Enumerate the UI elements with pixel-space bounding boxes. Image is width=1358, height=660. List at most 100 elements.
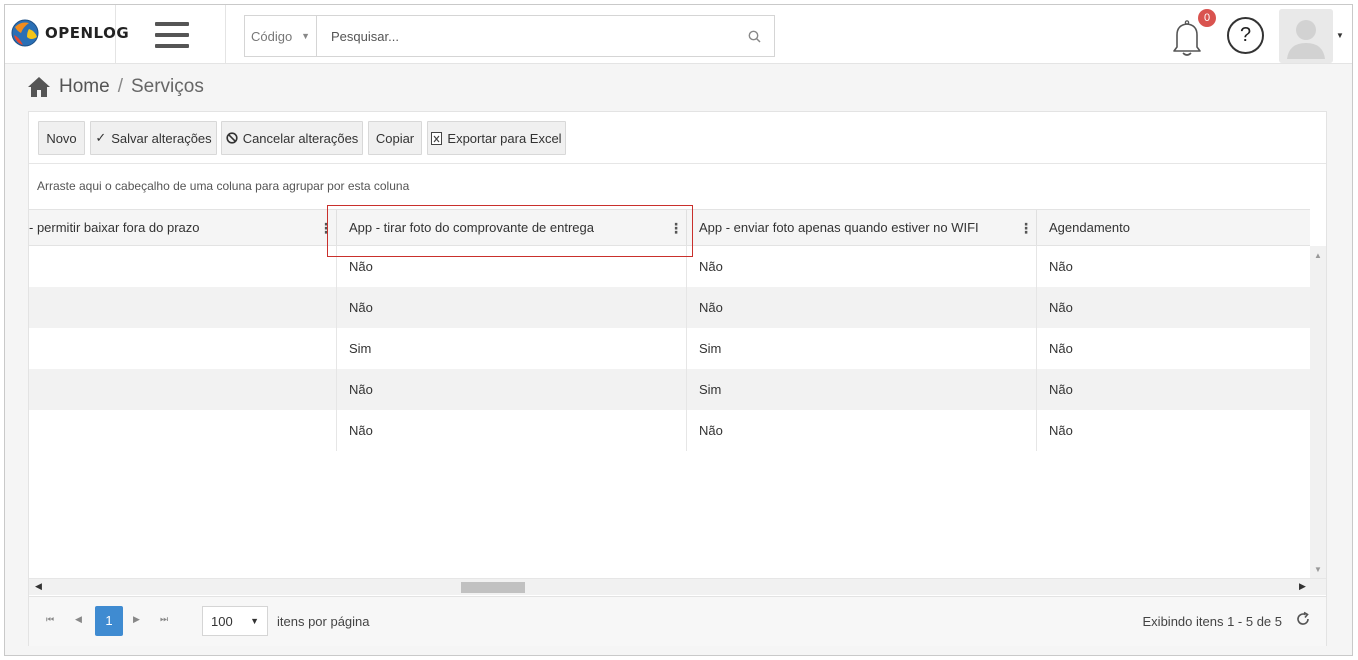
header-divider	[225, 5, 226, 64]
scroll-left-icon[interactable]: ◀	[35, 581, 42, 592]
table-row[interactable]: Não Não Não	[29, 287, 1310, 328]
table-cell	[29, 328, 337, 369]
check-icon: ✓	[95, 130, 107, 145]
column-header-label: Agendamento	[1049, 220, 1130, 235]
column-menu-icon[interactable]: ⋮	[319, 210, 333, 245]
excel-file-icon	[431, 131, 443, 145]
save-changes-button[interactable]: ✓ Salvar alterações	[90, 121, 217, 155]
export-excel-label: Exportar para Excel	[447, 130, 562, 146]
table-row[interactable]: Não Não Não	[29, 246, 1310, 287]
table-cell: Sim	[687, 328, 1037, 369]
table-cell	[29, 410, 337, 451]
column-menu-icon[interactable]: ⋮	[1019, 210, 1033, 245]
copy-button[interactable]: Copiar	[368, 121, 422, 155]
home-icon[interactable]	[27, 76, 51, 98]
scroll-up-icon[interactable]: ▲	[1314, 251, 1322, 260]
column-header-label: - permitir baixar fora do prazo	[29, 220, 200, 235]
services-grid-panel: Novo ✓ Salvar alterações Cancelar altera…	[28, 111, 1327, 646]
breadcrumb-current: Serviços	[130, 76, 204, 97]
cancel-changes-label: Cancelar alterações	[242, 130, 359, 146]
table-cell: Não	[687, 287, 1037, 328]
page-size-select[interactable]: 100 ▼	[202, 606, 268, 636]
breadcrumb-separator: /	[117, 76, 123, 97]
app-window: OPENLOG Código ▼ 0 ?	[4, 4, 1353, 656]
grid-header: - permitir baixar fora do prazo ⋮ App - …	[29, 209, 1310, 246]
table-cell: Não	[337, 410, 687, 451]
header-divider	[115, 5, 116, 64]
search-bar: Código ▼	[244, 15, 775, 57]
logo-text: OPENLOG	[45, 24, 130, 42]
column-menu-icon[interactable]: ⋮	[669, 210, 683, 245]
user-menu-caret-icon[interactable]: ▼	[1336, 31, 1344, 40]
breadcrumb: Home / Serviços	[27, 73, 204, 101]
column-header-label: App - tirar foto do comprovante de entre…	[349, 220, 594, 235]
table-cell: Não	[1049, 341, 1073, 356]
search-input[interactable]	[317, 16, 734, 56]
grid-toolbar: Novo ✓ Salvar alterações Cancelar altera…	[29, 112, 1326, 164]
scroll-right-icon[interactable]: ▶	[1299, 581, 1306, 592]
table-cell: Não	[687, 246, 1037, 287]
table-cell: Sim	[687, 369, 1037, 410]
table-cell: Não	[337, 246, 687, 287]
new-button[interactable]: Novo	[38, 121, 85, 155]
table-cell: Não	[1049, 300, 1073, 315]
last-page-icon[interactable]: ⏭	[160, 614, 168, 625]
hamburger-bar	[155, 22, 189, 26]
hamburger-bar	[155, 44, 189, 48]
hamburger-bar	[155, 33, 189, 37]
table-cell: Não	[337, 287, 687, 328]
top-bar: OPENLOG Código ▼ 0 ?	[5, 5, 1352, 64]
table-cell: Não	[687, 410, 1037, 451]
table-cell: Não	[337, 369, 687, 410]
column-header[interactable]: App - enviar foto apenas quando estiver …	[687, 210, 1037, 245]
caret-down-icon: ▼	[250, 616, 259, 626]
grid-body: Não Não Não Não Não Não Sim Sim Não Não …	[29, 246, 1310, 578]
page-size-value: 100	[211, 613, 233, 629]
scroll-down-icon[interactable]: ▼	[1314, 565, 1322, 574]
table-cell	[29, 246, 337, 287]
avatar[interactable]	[1279, 9, 1333, 63]
group-by-drop-area[interactable]: Arraste aqui o cabeçalho de uma coluna p…	[37, 179, 409, 193]
logo[interactable]: OPENLOG	[11, 15, 129, 51]
caret-down-icon: ▼	[301, 31, 310, 41]
page-button-current[interactable]: 1	[95, 606, 123, 636]
breadcrumb-home-link[interactable]: Home	[59, 76, 110, 98]
search-filter-value: Código	[251, 28, 293, 44]
search-filter-select[interactable]: Código ▼	[245, 16, 317, 56]
horizontal-scroll-thumb[interactable]	[461, 582, 525, 593]
notification-count-badge: 0	[1198, 9, 1216, 27]
table-cell	[29, 287, 337, 328]
table-cell: Não	[1049, 382, 1073, 397]
column-header[interactable]: - permitir baixar fora do prazo	[29, 210, 337, 245]
copy-button-label: Copiar	[375, 130, 415, 146]
table-cell: Não	[1049, 259, 1073, 274]
column-header[interactable]: App - tirar foto do comprovante de entre…	[337, 210, 687, 245]
table-cell: Sim	[337, 328, 687, 369]
page-size-label: itens por página	[277, 614, 370, 629]
menu-toggle-button[interactable]	[155, 22, 189, 48]
prev-page-icon[interactable]: ◀	[75, 614, 82, 625]
table-cell	[29, 369, 337, 410]
table-row[interactable]: Não Sim Não	[29, 369, 1310, 410]
new-button-label: Novo	[46, 130, 77, 146]
help-button[interactable]: ?	[1227, 17, 1264, 54]
pager-info: Exibindo itens 1 - 5 de 5	[1142, 614, 1282, 629]
export-excel-button[interactable]: Exportar para Excel	[427, 121, 566, 155]
refresh-icon[interactable]	[1294, 610, 1312, 628]
next-page-icon[interactable]: ▶	[133, 614, 140, 625]
table-row[interactable]: Sim Sim Não	[29, 328, 1310, 369]
search-icon[interactable]	[734, 16, 774, 56]
vertical-scrollbar[interactable]: ▲ ▼	[1310, 246, 1326, 578]
globe-logo-icon	[11, 19, 39, 47]
cancel-changes-button[interactable]: Cancelar alterações	[221, 121, 363, 155]
column-header[interactable]: Agendamento	[1037, 210, 1310, 245]
column-header-label: App - enviar foto apenas quando estiver …	[699, 220, 979, 235]
user-silhouette-icon	[1279, 9, 1333, 63]
save-changes-label: Salvar alterações	[111, 130, 212, 146]
first-page-icon[interactable]: ⏮	[46, 614, 54, 625]
table-cell: Não	[1049, 423, 1073, 438]
cancel-icon	[226, 132, 238, 144]
horizontal-scrollbar[interactable]: ◀ ▶	[29, 578, 1326, 595]
table-row[interactable]: Não Não Não	[29, 410, 1310, 451]
grid-pager: ⏮ ◀ 1 ▶ ⏭ 100 ▼ itens por página Exibind…	[29, 596, 1326, 646]
